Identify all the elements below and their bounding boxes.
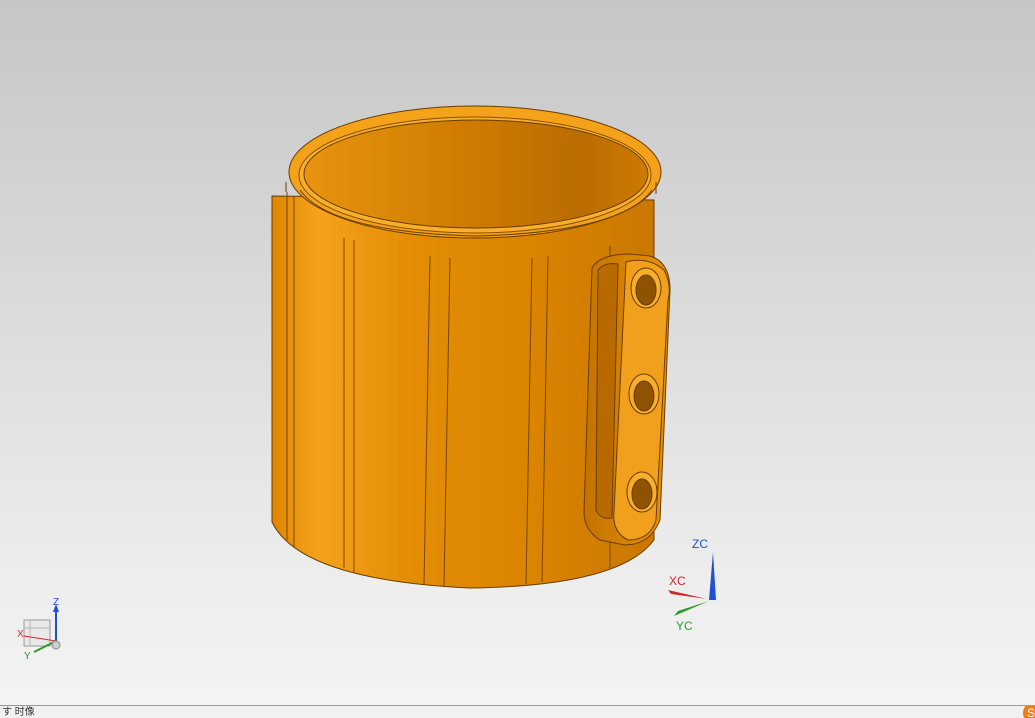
cup-model[interactable]: [0, 0, 1035, 705]
view-y-label: Y: [24, 651, 31, 662]
xc-label: XC: [669, 574, 686, 588]
yc-label: YC: [676, 619, 693, 633]
status-text: す 时像: [2, 707, 35, 718]
view-x-label: X: [17, 629, 24, 640]
status-bar: す 时像 S: [0, 705, 1035, 718]
yc-axis-arrow: [674, 601, 709, 616]
graphics-window[interactable]: ZC XC YC Z X Y: [0, 0, 1035, 705]
cup-inner-wall: [303, 119, 649, 229]
view-z-label: Z: [53, 597, 60, 608]
app-logo-icon[interactable]: S: [1023, 706, 1035, 718]
view-triad: [23, 604, 61, 653]
zc-axis-arrow: [709, 552, 716, 600]
xc-axis-arrow: [668, 590, 707, 599]
zc-label: ZC: [692, 537, 708, 551]
